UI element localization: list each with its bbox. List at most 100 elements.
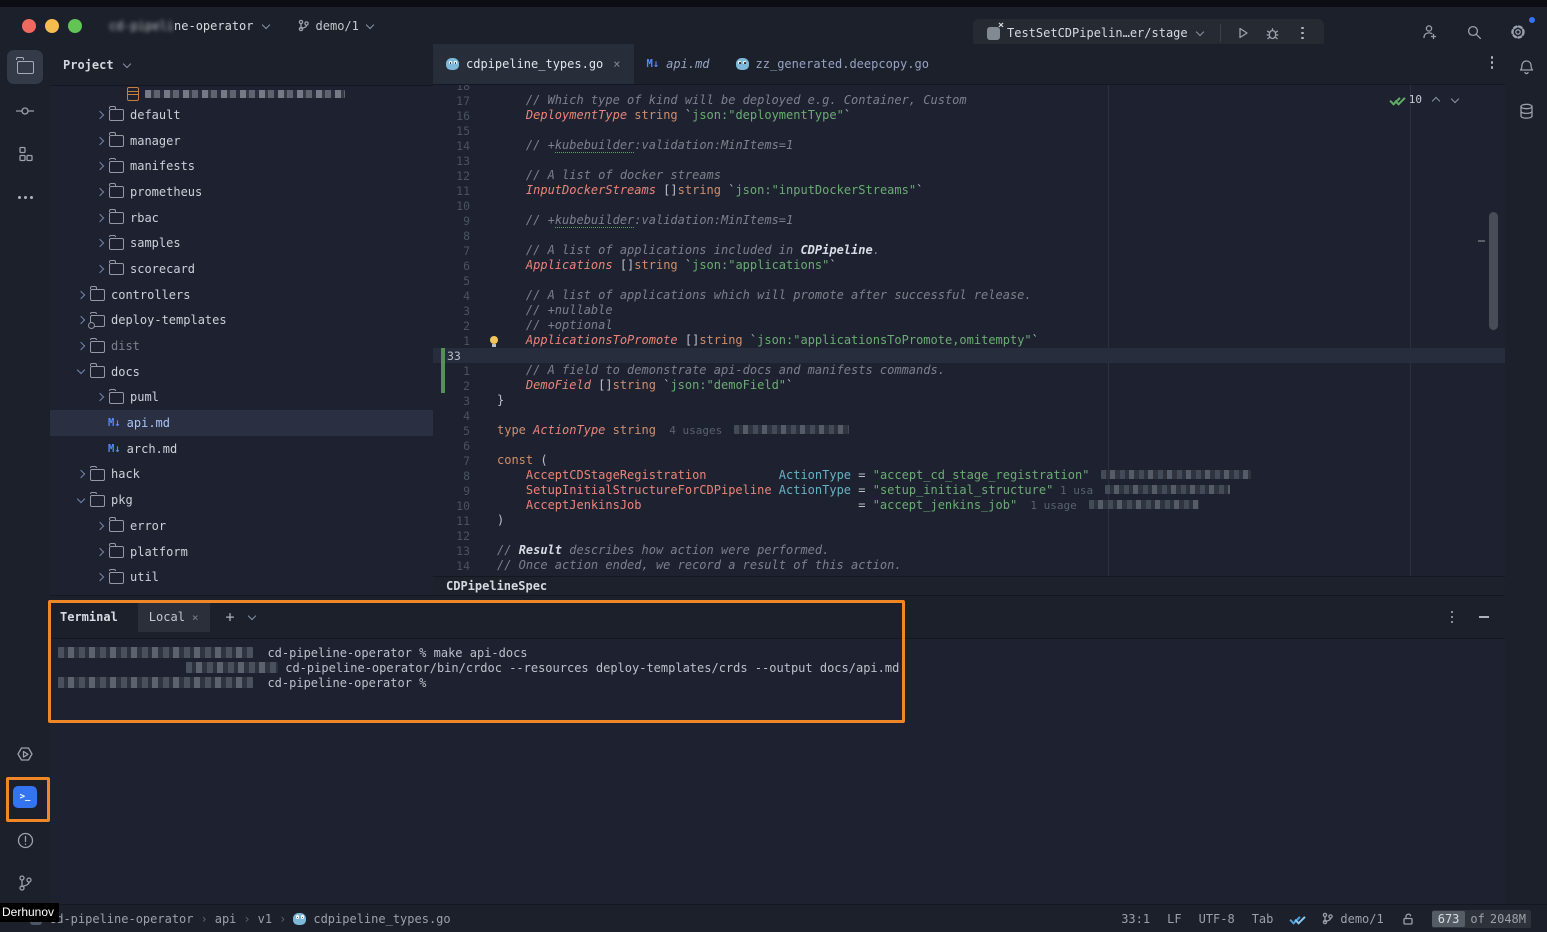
code-token [497,483,526,497]
code-with-me-button[interactable] [1415,19,1445,45]
notifications-button[interactable] [1508,50,1544,84]
intention-bulb-icon[interactable] [490,336,498,344]
markdown-icon: M↓ [647,58,660,70]
tree-item-manifests[interactable]: manifests [50,153,433,179]
terminal-panel[interactable]: Terminal Local × + cd-pipeline-operator … [50,595,1505,905]
memory-used: 673 [1432,911,1466,927]
tree-item-puml[interactable]: puml [50,385,433,411]
terminal-output[interactable]: cd-pipeline-operator % make api-docs cd-… [50,639,1505,690]
memory-indicator[interactable]: 673 of 2048M [1432,910,1531,928]
close-icon[interactable]: × [613,57,620,71]
tree-item-kustomizeconfig-yaml[interactable] [50,85,433,102]
database-button[interactable] [1508,94,1544,128]
tree-item-api-md[interactable]: M↓api.md [50,410,433,436]
tree-item-platform[interactable]: platform [50,539,433,565]
line-ending[interactable]: LF [1167,912,1181,926]
ide-window: cd-pipeline-operator demo/1 TestSetCDPip… [0,0,1547,932]
caret-position[interactable]: 33:1 [1121,912,1150,926]
close-window-button[interactable] [22,19,36,33]
window-controls[interactable] [22,19,91,33]
editor-tab-cdpipeline-types-go[interactable]: cdpipeline_types.go× [433,44,634,84]
project-widget[interactable]: cd-pipeline-operator [109,19,271,33]
terminal-options-icon[interactable] [1451,611,1454,624]
code-token [497,138,526,152]
hide-panel-icon[interactable] [1479,616,1489,618]
tree-item-label: util [130,570,159,584]
close-icon[interactable]: × [192,611,199,624]
tree-item-error[interactable]: error [50,513,433,539]
debug-button[interactable] [1258,20,1288,46]
code-line: 11 InputDockerStreams []string `json:"in… [433,183,1505,198]
commit-icon [15,101,35,121]
code-token: json:"inputDockerStreams" [735,183,916,197]
code-token: "setup_initial_structure" [873,483,1054,497]
vcs-branch-widget[interactable]: demo/1 [297,19,375,33]
tree-item-controllers[interactable]: controllers [50,282,433,308]
project-panel-header[interactable]: Project [50,44,433,86]
more-toolwindows-button[interactable] [7,180,43,214]
settings-button[interactable] [1503,19,1533,45]
status-branch-widget[interactable]: demo/1 [1321,912,1383,926]
git-toolwindow-button[interactable] [7,866,43,900]
breadcrumb-item[interactable]: cd-pipeline-operator [49,912,194,926]
code-token: } [497,393,504,407]
terminal-tab-local[interactable]: Local × [138,602,210,632]
indent-style[interactable]: Tab [1252,912,1274,926]
maximize-window-button[interactable] [68,19,82,33]
tree-item-deploy-templates[interactable]: deploy-templates [50,308,433,334]
minimize-window-button[interactable] [45,19,59,33]
tree-item-docs[interactable]: docs [50,359,433,385]
code-text: // A field to demonstrate api-docs and m… [497,363,945,378]
tree-item-label: docs [111,365,140,379]
breadcrumb-item[interactable]: api [215,912,237,926]
tree-item-scorecard[interactable]: scorecard [50,256,433,282]
editor-tab-zz-generated-deepcopy-go[interactable]: zz_generated.deepcopy.go [723,44,942,84]
project-toolwindow-button[interactable] [7,50,43,84]
run-configuration-selector[interactable]: TestSetCDPipelin…er/stage [979,19,1213,47]
terminal-toolwindow-button[interactable]: >_ [7,780,43,814]
tree-item-util[interactable]: util [50,564,433,590]
tree-item-samples[interactable]: samples [50,230,433,256]
inspections-widget[interactable]: 10 [1390,93,1460,106]
more-run-options-button[interactable] [1288,20,1318,46]
inspections-status-icon[interactable] [1290,914,1304,924]
search-everywhere-button[interactable] [1459,19,1489,45]
tree-item-manager[interactable]: manager [50,128,433,154]
problems-toolwindow-button[interactable] [7,823,43,857]
code-view[interactable]: 1817 // Which type of kind will be deplo… [433,85,1505,577]
editor-tab-api-md[interactable]: M↓api.md [634,44,723,84]
editor-scrollbar[interactable] [1489,212,1498,330]
tree-item-prometheus[interactable]: prometheus [50,179,433,205]
tree-item-hack[interactable]: hack [50,462,433,488]
code-line: 17 // Which type of kind will be deploye… [433,93,1505,108]
commit-toolwindow-button[interactable] [7,94,43,128]
code-token: ) [497,513,504,527]
file-encoding[interactable]: UTF-8 [1199,912,1235,926]
tab-options-icon[interactable] [1491,56,1494,69]
breadcrumb-item[interactable]: cdpipeline_types.go [313,912,450,926]
code-text: // A list of applications included in CD… [497,243,880,258]
new-terminal-button[interactable]: + [226,608,235,626]
tree-item-rbac[interactable]: rbac [50,205,433,231]
unlocked-icon[interactable] [1401,912,1415,926]
left-tool-rail: >_ [0,44,51,905]
editor-area[interactable]: cdpipeline_types.go×M↓api.mdzz_generated… [433,44,1505,595]
breadcrumb-item[interactable]: v1 [258,912,272,926]
folder-icon [109,263,124,275]
line-number: 12 [433,529,470,543]
tree-item-dist[interactable]: dist [50,333,433,359]
tree-item-default[interactable]: default [50,102,433,128]
run-button[interactable] [1228,20,1258,46]
tree-item-arch-md[interactable]: M↓arch.md [50,436,433,462]
run-toolwindow-button[interactable] [7,737,43,771]
code-token: = [851,483,873,497]
code-text: // A list of docker streams [497,168,721,183]
structure-toolwindow-button[interactable] [7,137,43,171]
tree-item-pkg[interactable]: pkg [50,487,433,513]
tree-item-label: deploy-templates [111,313,227,327]
line-number: 14 [433,559,470,573]
project-tree[interactable]: defaultmanagermanifestsprometheusrbacsam… [50,85,433,595]
next-problem-icon[interactable] [1451,94,1459,102]
terminal-dropdown-icon[interactable] [247,612,255,620]
prev-problem-icon[interactable] [1432,96,1440,104]
